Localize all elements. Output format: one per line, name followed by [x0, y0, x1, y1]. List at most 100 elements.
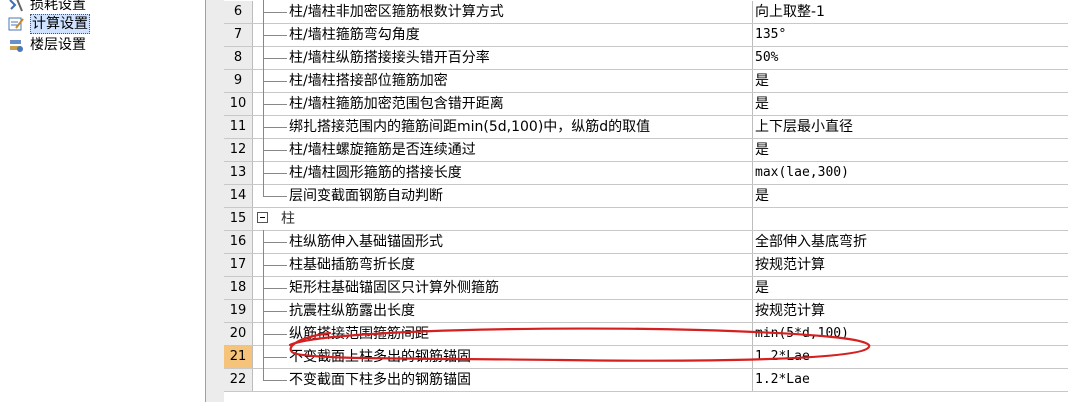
- table-row[interactable]: 7 柱/墙柱箍筋弯勾角度 135°: [224, 23, 1068, 47]
- tree-item-label: 损耗设置: [30, 0, 86, 13]
- tree-branch-line: [263, 127, 287, 128]
- setting-name: 柱/墙柱箍筋加密范围包含错开距离: [289, 96, 504, 112]
- setting-value-cell[interactable]: 上下层最小直径: [753, 116, 1068, 138]
- setting-name: 柱/墙柱非加密区箍筋根数计算方式: [289, 4, 504, 20]
- row-number[interactable]: 15: [224, 208, 253, 230]
- table-row[interactable]: 9 柱/墙柱搭接部位箍筋加密 是: [224, 69, 1068, 93]
- tree-branch-line: [263, 265, 287, 266]
- row-number[interactable]: 14: [224, 185, 253, 207]
- row-number[interactable]: 19: [224, 300, 253, 322]
- tree-branch-line: [263, 150, 287, 151]
- table-row[interactable]: 8 柱/墙柱纵筋搭接接头错开百分率 50%: [224, 46, 1068, 70]
- tree-item-1[interactable]: 损耗设置: [8, 0, 86, 14]
- row-number[interactable]: 8: [224, 47, 253, 69]
- table-row[interactable]: 11 绑扎搭接范围内的箍筋间距min(5d,100)中，纵筋d的取值 上下层最小直径: [224, 115, 1068, 139]
- setting-value-cell[interactable]: [753, 208, 1068, 230]
- setting-value-cell[interactable]: 是: [753, 93, 1068, 115]
- setting-name: 层间变截面钢筋自动判断: [289, 188, 443, 204]
- setting-name: 矩形柱基础锚固区只计算外侧箍筋: [289, 280, 499, 296]
- setting-value-cell[interactable]: 是: [753, 139, 1068, 161]
- tree-branch-line: [263, 173, 287, 174]
- setting-name-cell: 纵筋搭接范围箍筋间距: [253, 322, 753, 345]
- tree-branch-line: [263, 357, 287, 358]
- row-number[interactable]: 9: [224, 70, 253, 92]
- row-number[interactable]: 17: [224, 254, 253, 276]
- setting-name: 柱/墙柱圆形箍筋的搭接长度: [289, 165, 462, 181]
- setting-name: 柱/墙柱纵筋搭接接头错开百分率: [289, 50, 490, 66]
- row-number[interactable]: 6: [224, 1, 253, 23]
- calc-settings-icon: [8, 16, 24, 32]
- setting-value-cell[interactable]: 全部伸入基底弯折: [753, 231, 1068, 253]
- setting-value-cell[interactable]: max(lae,300): [753, 162, 1068, 184]
- table-row[interactable]: 21 不变截面上柱多出的钢筋锚固 1.2*Lae: [224, 345, 1068, 369]
- setting-value-cell[interactable]: 135°: [753, 24, 1068, 46]
- floor-settings-icon: [8, 37, 24, 53]
- setting-value-cell[interactable]: 是: [753, 185, 1068, 207]
- tree-branch-line: [263, 380, 287, 381]
- setting-name-cell: 层间变截面钢筋自动判断: [253, 184, 753, 207]
- row-number[interactable]: 11: [224, 116, 253, 138]
- tree-branch-line: [263, 196, 287, 197]
- tree-item-3[interactable]: 楼层设置: [8, 36, 86, 54]
- table-row[interactable]: 20 纵筋搭接范围箍筋间距 min(5*d,100): [224, 322, 1068, 346]
- setting-name: 柱基础插筋弯折长度: [289, 257, 415, 273]
- setting-name-cell: 柱: [253, 208, 753, 230]
- setting-name: 不变截面下柱多出的钢筋锚固: [289, 372, 471, 388]
- table-row[interactable]: 18 矩形柱基础锚固区只计算外侧箍筋 是: [224, 276, 1068, 300]
- tree-branch-line: [263, 242, 287, 243]
- setting-name-cell: 柱纵筋伸入基础锚固形式: [253, 230, 753, 253]
- tree-item-label: 楼层设置: [30, 37, 86, 53]
- row-number[interactable]: 21: [224, 346, 253, 368]
- table-row[interactable]: 12 柱/墙柱螺旋箍筋是否连续通过 是: [224, 138, 1068, 162]
- table-row[interactable]: 17 柱基础插筋弯折长度 按规范计算: [224, 253, 1068, 277]
- tree-branch-line: [263, 288, 287, 289]
- row-number[interactable]: 10: [224, 93, 253, 115]
- setting-value-cell[interactable]: 50%: [753, 47, 1068, 69]
- table-row[interactable]: 6 柱/墙柱非加密区箍筋根数计算方式 向上取整-1: [224, 0, 1068, 24]
- setting-name-cell: 柱/墙柱纵筋搭接接头错开百分率: [253, 46, 753, 69]
- setting-name: 绑扎搭接范围内的箍筋间距min(5d,100)中，纵筋d的取值: [289, 119, 651, 135]
- tree-connector-line: [263, 184, 264, 196]
- row-number[interactable]: 13: [224, 162, 253, 184]
- setting-value-cell[interactable]: 1.2*Lae: [753, 346, 1068, 368]
- table-row[interactable]: 14 层间变截面钢筋自动判断 是: [224, 184, 1068, 208]
- setting-name-cell: 柱/墙柱螺旋箍筋是否连续通过: [253, 138, 753, 161]
- tree-branch-line: [263, 58, 287, 59]
- tree-item-2[interactable]: 计算设置: [8, 14, 90, 34]
- setting-name: 柱/墙柱箍筋弯勾角度: [289, 27, 420, 43]
- tree-branch-line: [263, 104, 287, 105]
- row-number[interactable]: 16: [224, 231, 253, 253]
- setting-name: 柱/墙柱螺旋箍筋是否连续通过: [289, 142, 476, 158]
- row-number[interactable]: 7: [224, 24, 253, 46]
- table-row[interactable]: 19 抗震柱纵筋露出长度 按规范计算: [224, 299, 1068, 323]
- setting-value-cell[interactable]: 向上取整-1: [753, 1, 1068, 23]
- settings-tree: 损耗设置 计算设置楼层设置: [0, 0, 206, 402]
- tree-connector-line: [263, 368, 264, 380]
- row-number[interactable]: 20: [224, 323, 253, 345]
- table-row[interactable]: 10 柱/墙柱箍筋加密范围包含错开距离 是: [224, 92, 1068, 116]
- row-number[interactable]: 18: [224, 277, 253, 299]
- row-number[interactable]: 12: [224, 139, 253, 161]
- tree-branch-line: [263, 311, 287, 312]
- collapse-minus-icon[interactable]: [257, 212, 268, 223]
- setting-value-cell[interactable]: 是: [753, 277, 1068, 299]
- setting-value-cell[interactable]: 是: [753, 70, 1068, 92]
- setting-name-cell: 绑扎搭接范围内的箍筋间距min(5d,100)中，纵筋d的取值: [253, 115, 753, 138]
- tree-branch-line: [263, 12, 287, 13]
- table-row[interactable]: 22 不变截面下柱多出的钢筋锚固 1.2*Lae: [224, 368, 1068, 392]
- tree-grid-splitter[interactable]: [206, 0, 225, 402]
- setting-name: 纵筋搭接范围箍筋间距: [289, 326, 429, 342]
- setting-value-cell[interactable]: 按规范计算: [753, 300, 1068, 322]
- table-row[interactable]: 16 柱纵筋伸入基础锚固形式 全部伸入基底弯折: [224, 230, 1068, 254]
- table-row[interactable]: 13 柱/墙柱圆形箍筋的搭接长度 max(lae,300): [224, 161, 1068, 185]
- tree-branch-line: [263, 334, 287, 335]
- row-number[interactable]: 22: [224, 369, 253, 391]
- setting-name-cell: 抗震柱纵筋露出长度: [253, 299, 753, 322]
- tree-branch-line: [263, 35, 287, 36]
- setting-name-cell: 柱/墙柱箍筋加密范围包含错开距离: [253, 92, 753, 115]
- tree-item-label: 计算设置: [30, 14, 90, 34]
- group-row[interactable]: 15 柱: [224, 208, 1068, 231]
- setting-value-cell[interactable]: 按规范计算: [753, 254, 1068, 276]
- setting-value-cell[interactable]: 1.2*Lae: [753, 369, 1068, 391]
- setting-value-cell[interactable]: min(5*d,100): [753, 323, 1068, 345]
